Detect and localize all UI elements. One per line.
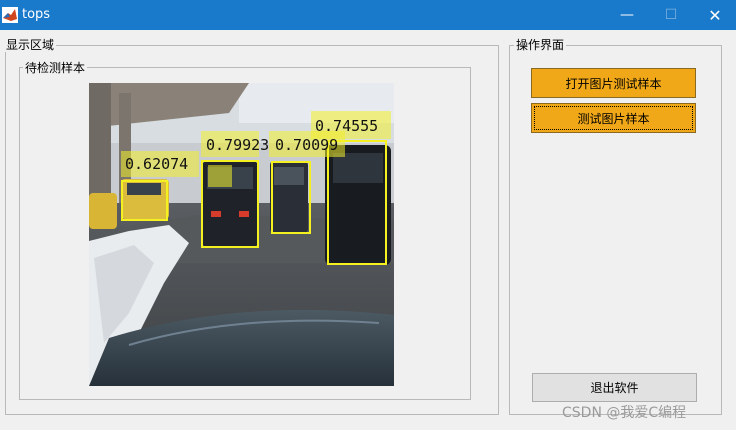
minimize-button[interactable]: — (604, 0, 650, 30)
minimize-icon: — (620, 7, 634, 23)
watermark: CSDN @我爱C编程 (562, 405, 687, 421)
test-sample-button[interactable]: 测试图片样本 (531, 103, 696, 133)
detection-score-1: 0.62074 (125, 155, 188, 173)
close-icon: ✕ (708, 5, 722, 25)
operation-panel (509, 45, 722, 415)
detection-image-scene: 0.62074 0.79923 0.70099 0.74555 (89, 83, 394, 386)
display-panel-title: 显示区域 (4, 38, 57, 52)
window-titlebar[interactable]: tops — ☐ ✕ (0, 0, 736, 30)
sample-panel-title: 待检测样本 (23, 61, 88, 75)
detection-image: 0.62074 0.79923 0.70099 0.74555 (89, 83, 394, 386)
exit-button[interactable]: 退出软件 (532, 373, 697, 402)
close-button[interactable]: ✕ (692, 0, 736, 30)
matlab-icon (2, 7, 18, 23)
detection-score-2: 0.79923 (206, 136, 269, 154)
operation-panel-title: 操作界面 (514, 38, 567, 52)
maximize-button[interactable]: ☐ (648, 0, 694, 30)
detection-score-4: 0.74555 (315, 117, 378, 135)
maximize-icon: ☐ (664, 7, 678, 23)
open-sample-button[interactable]: 打开图片测试样本 (531, 68, 696, 98)
detection-score-3: 0.70099 (275, 136, 338, 154)
window-title: tops (22, 7, 51, 22)
